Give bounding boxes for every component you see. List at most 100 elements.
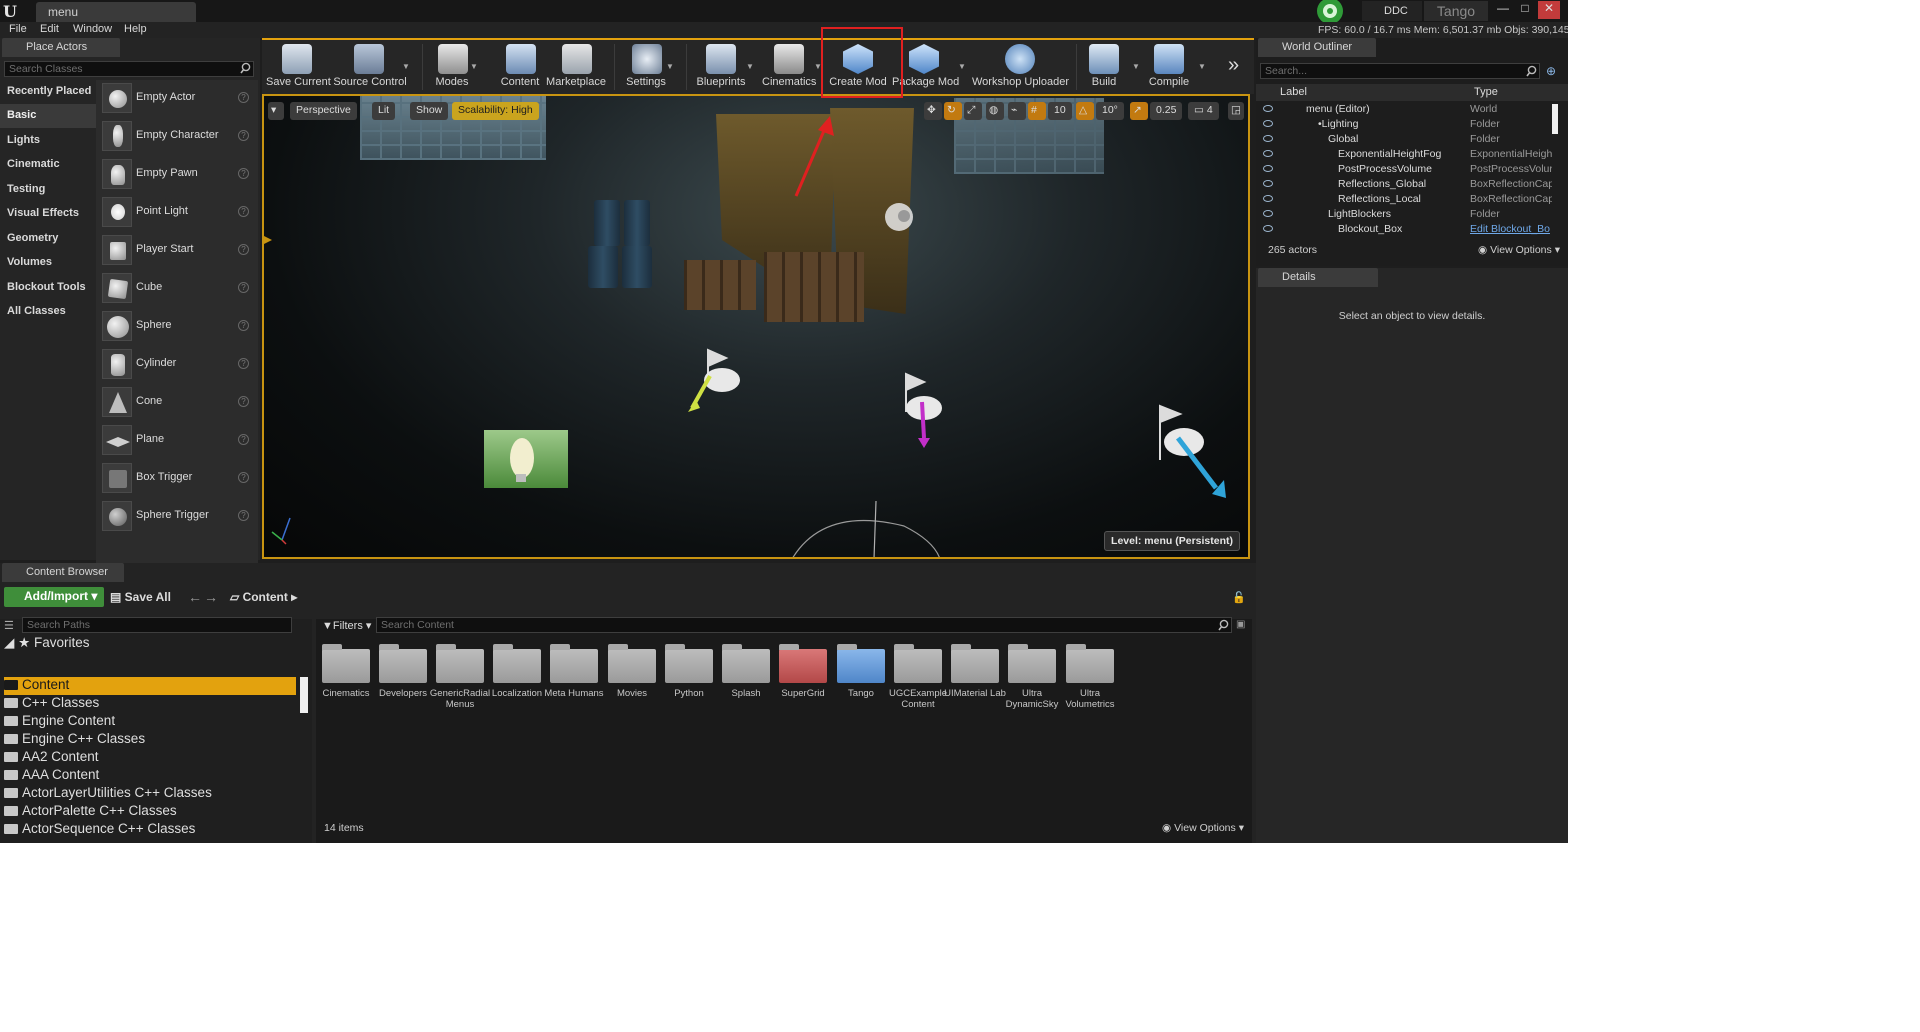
chevron-down-icon[interactable]: ▼	[1198, 62, 1206, 71]
folder-item[interactable]: SuperGrid	[777, 644, 829, 721]
save-all-button[interactable]: ▤ Save All	[110, 590, 171, 604]
scale-snap-icon[interactable]: ↗	[1130, 102, 1148, 120]
compile-button[interactable]: Compile	[1146, 40, 1192, 94]
menu-edit[interactable]: Edit	[40, 23, 59, 35]
folder-item[interactable]: Cinematics	[320, 644, 372, 721]
rotation-snap-value[interactable]: 10°	[1096, 102, 1124, 120]
camera-speed-button[interactable]: ▭ 4	[1188, 102, 1219, 120]
tree-item[interactable]: ActorSequence C++ Classes	[4, 821, 195, 839]
close-button[interactable]: ✕	[1538, 1, 1560, 19]
help-icon[interactable]: ?	[238, 396, 249, 407]
back-button[interactable]: ←	[188, 589, 202, 605]
tree-settings-icon[interactable]: ☰	[4, 619, 14, 632]
folder-item[interactable]: Ultra Volumetrics	[1064, 644, 1116, 721]
outliner-row[interactable]: PostProcessVolume PostProcessVolur	[1256, 162, 1568, 177]
actor-item[interactable]: Sphere Trigger?	[96, 498, 258, 536]
folder-item[interactable]: Tango	[835, 644, 887, 721]
help-icon[interactable]: ?	[238, 434, 249, 445]
folder-item[interactable]: UIMaterial Lab	[944, 644, 1006, 721]
tab-content-browser[interactable]: Content Browser	[2, 563, 124, 582]
help-icon[interactable]: ?	[238, 472, 249, 483]
workshop-uploader-button[interactable]: Workshop Uploader	[972, 40, 1069, 94]
visibility-eye-icon[interactable]	[1263, 210, 1273, 217]
tree-item[interactable]: ActorPalette C++ Classes	[4, 803, 177, 821]
outliner-row[interactable]: LightBlockers Folder	[1256, 207, 1568, 222]
help-icon[interactable]: ?	[238, 244, 249, 255]
save-current-button[interactable]: Save Current	[266, 40, 331, 94]
source-control-status-icon[interactable]	[1310, 0, 1350, 24]
cinematics-button[interactable]: Cinematics	[762, 40, 816, 94]
minimize-button[interactable]: —	[1492, 1, 1514, 19]
category-all-classes[interactable]: All Classes	[0, 300, 96, 324]
actor-item[interactable]: Sphere?	[96, 308, 258, 346]
chevron-down-icon[interactable]: ▼	[470, 62, 478, 71]
search-classes-input[interactable]: Search Classes	[4, 61, 254, 77]
settings-button[interactable]: Settings	[622, 40, 670, 94]
category-cinematic[interactable]: Cinematic	[0, 153, 96, 177]
tree-item[interactable]: Engine Content	[4, 713, 115, 731]
lock-icon[interactable]: 🔓	[1232, 591, 1246, 604]
scalability-button[interactable]: Scalability: High	[452, 102, 539, 120]
blueprints-button[interactable]: Blueprints	[694, 40, 748, 94]
grid-snap-value[interactable]: 10	[1048, 102, 1072, 120]
folder-item[interactable]: Localization	[491, 644, 543, 721]
category-visual-effects[interactable]: Visual Effects	[0, 202, 96, 226]
actor-item[interactable]: Cone?	[96, 384, 258, 422]
content-view-options[interactable]: ◉ View Options ▾	[1162, 822, 1244, 834]
world-space-icon[interactable]: ◍	[986, 102, 1004, 120]
translate-icon[interactable]: ✥	[924, 102, 942, 120]
tab-place-actors[interactable]: Place Actors	[2, 38, 120, 57]
chevron-down-icon[interactable]: ▼	[746, 62, 754, 71]
category-geometry[interactable]: Geometry	[0, 227, 96, 251]
menu-file[interactable]: File	[9, 23, 27, 35]
outliner-row[interactable]: ExponentialHeightFog ExponentialHeigh	[1256, 147, 1568, 162]
tree-item[interactable]: AA2 Content	[4, 749, 99, 767]
outliner-search-input[interactable]: Search...	[1260, 63, 1540, 79]
search-paths-input[interactable]: Search Paths	[22, 617, 292, 633]
category-blockout-tools[interactable]: Blockout Tools	[0, 276, 96, 300]
tree-item-content[interactable]: Content	[4, 677, 296, 695]
outliner-row[interactable]: Blockout_Box Edit Blockout_Bo	[1256, 222, 1568, 237]
tree-item[interactable]: Engine C++ Classes	[4, 731, 145, 749]
source-control-button[interactable]: Source Control	[332, 40, 408, 94]
visibility-eye-icon[interactable]	[1263, 105, 1273, 112]
menu-window[interactable]: Window	[73, 23, 112, 35]
help-icon[interactable]: ?	[238, 92, 249, 103]
level-tab[interactable]: menu	[36, 2, 196, 22]
category-testing[interactable]: Testing	[0, 178, 96, 202]
help-icon[interactable]: ?	[238, 320, 249, 331]
maximize-button[interactable]: □	[1514, 1, 1536, 19]
folder-item[interactable]: Meta Humans	[544, 644, 604, 721]
chevron-down-icon[interactable]: ▼	[402, 62, 410, 71]
actor-item[interactable]: Cylinder?	[96, 346, 258, 384]
category-recently-placed[interactable]: Recently Placed	[0, 80, 96, 104]
scale-icon[interactable]: ⤢	[964, 102, 982, 120]
help-icon[interactable]: ?	[238, 510, 249, 521]
modes-button[interactable]: Modes	[430, 40, 474, 94]
outliner-view-options[interactable]: ◉ View Options ▾	[1478, 244, 1560, 256]
favorites-section[interactable]: ◢ ★ Favorites	[4, 635, 90, 651]
folder-item[interactable]: Ultra DynamicSky	[1006, 644, 1058, 721]
help-icon[interactable]: ?	[238, 130, 249, 141]
breadcrumb[interactable]: ▱ Content ▸	[230, 590, 297, 604]
level-viewport[interactable]: ▾ Perspective Lit Show Scalability: High…	[262, 94, 1250, 559]
chevron-down-icon[interactable]: ▼	[958, 62, 966, 71]
tab-world-outliner[interactable]: World Outliner	[1258, 38, 1376, 57]
actor-item[interactable]: Empty Character?	[96, 118, 258, 156]
edit-blueprint-link[interactable]: Edit Blockout_Bo	[1470, 223, 1552, 235]
folder-item[interactable]: Movies	[606, 644, 658, 721]
category-basic[interactable]: Basic	[0, 104, 96, 128]
search-content-input[interactable]: Search Content	[376, 617, 1232, 633]
rotation-snap-icon[interactable]: △	[1076, 102, 1094, 120]
help-icon[interactable]: ?	[238, 168, 249, 179]
viewport-options-button[interactable]: ▾	[268, 102, 284, 120]
actor-item[interactable]: Box Trigger?	[96, 460, 258, 498]
forward-button[interactable]: →	[204, 589, 218, 605]
visibility-eye-icon[interactable]	[1263, 180, 1273, 187]
scale-snap-value[interactable]: 0.25	[1150, 102, 1183, 120]
type-column-header[interactable]: Type	[1474, 86, 1498, 98]
add-filter-icon[interactable]: ⊕	[1546, 64, 1556, 78]
help-icon[interactable]: ?	[238, 206, 249, 217]
save-search-icon[interactable]: ▣	[1236, 619, 1245, 630]
folder-item[interactable]: UGCExample Content	[889, 644, 947, 721]
